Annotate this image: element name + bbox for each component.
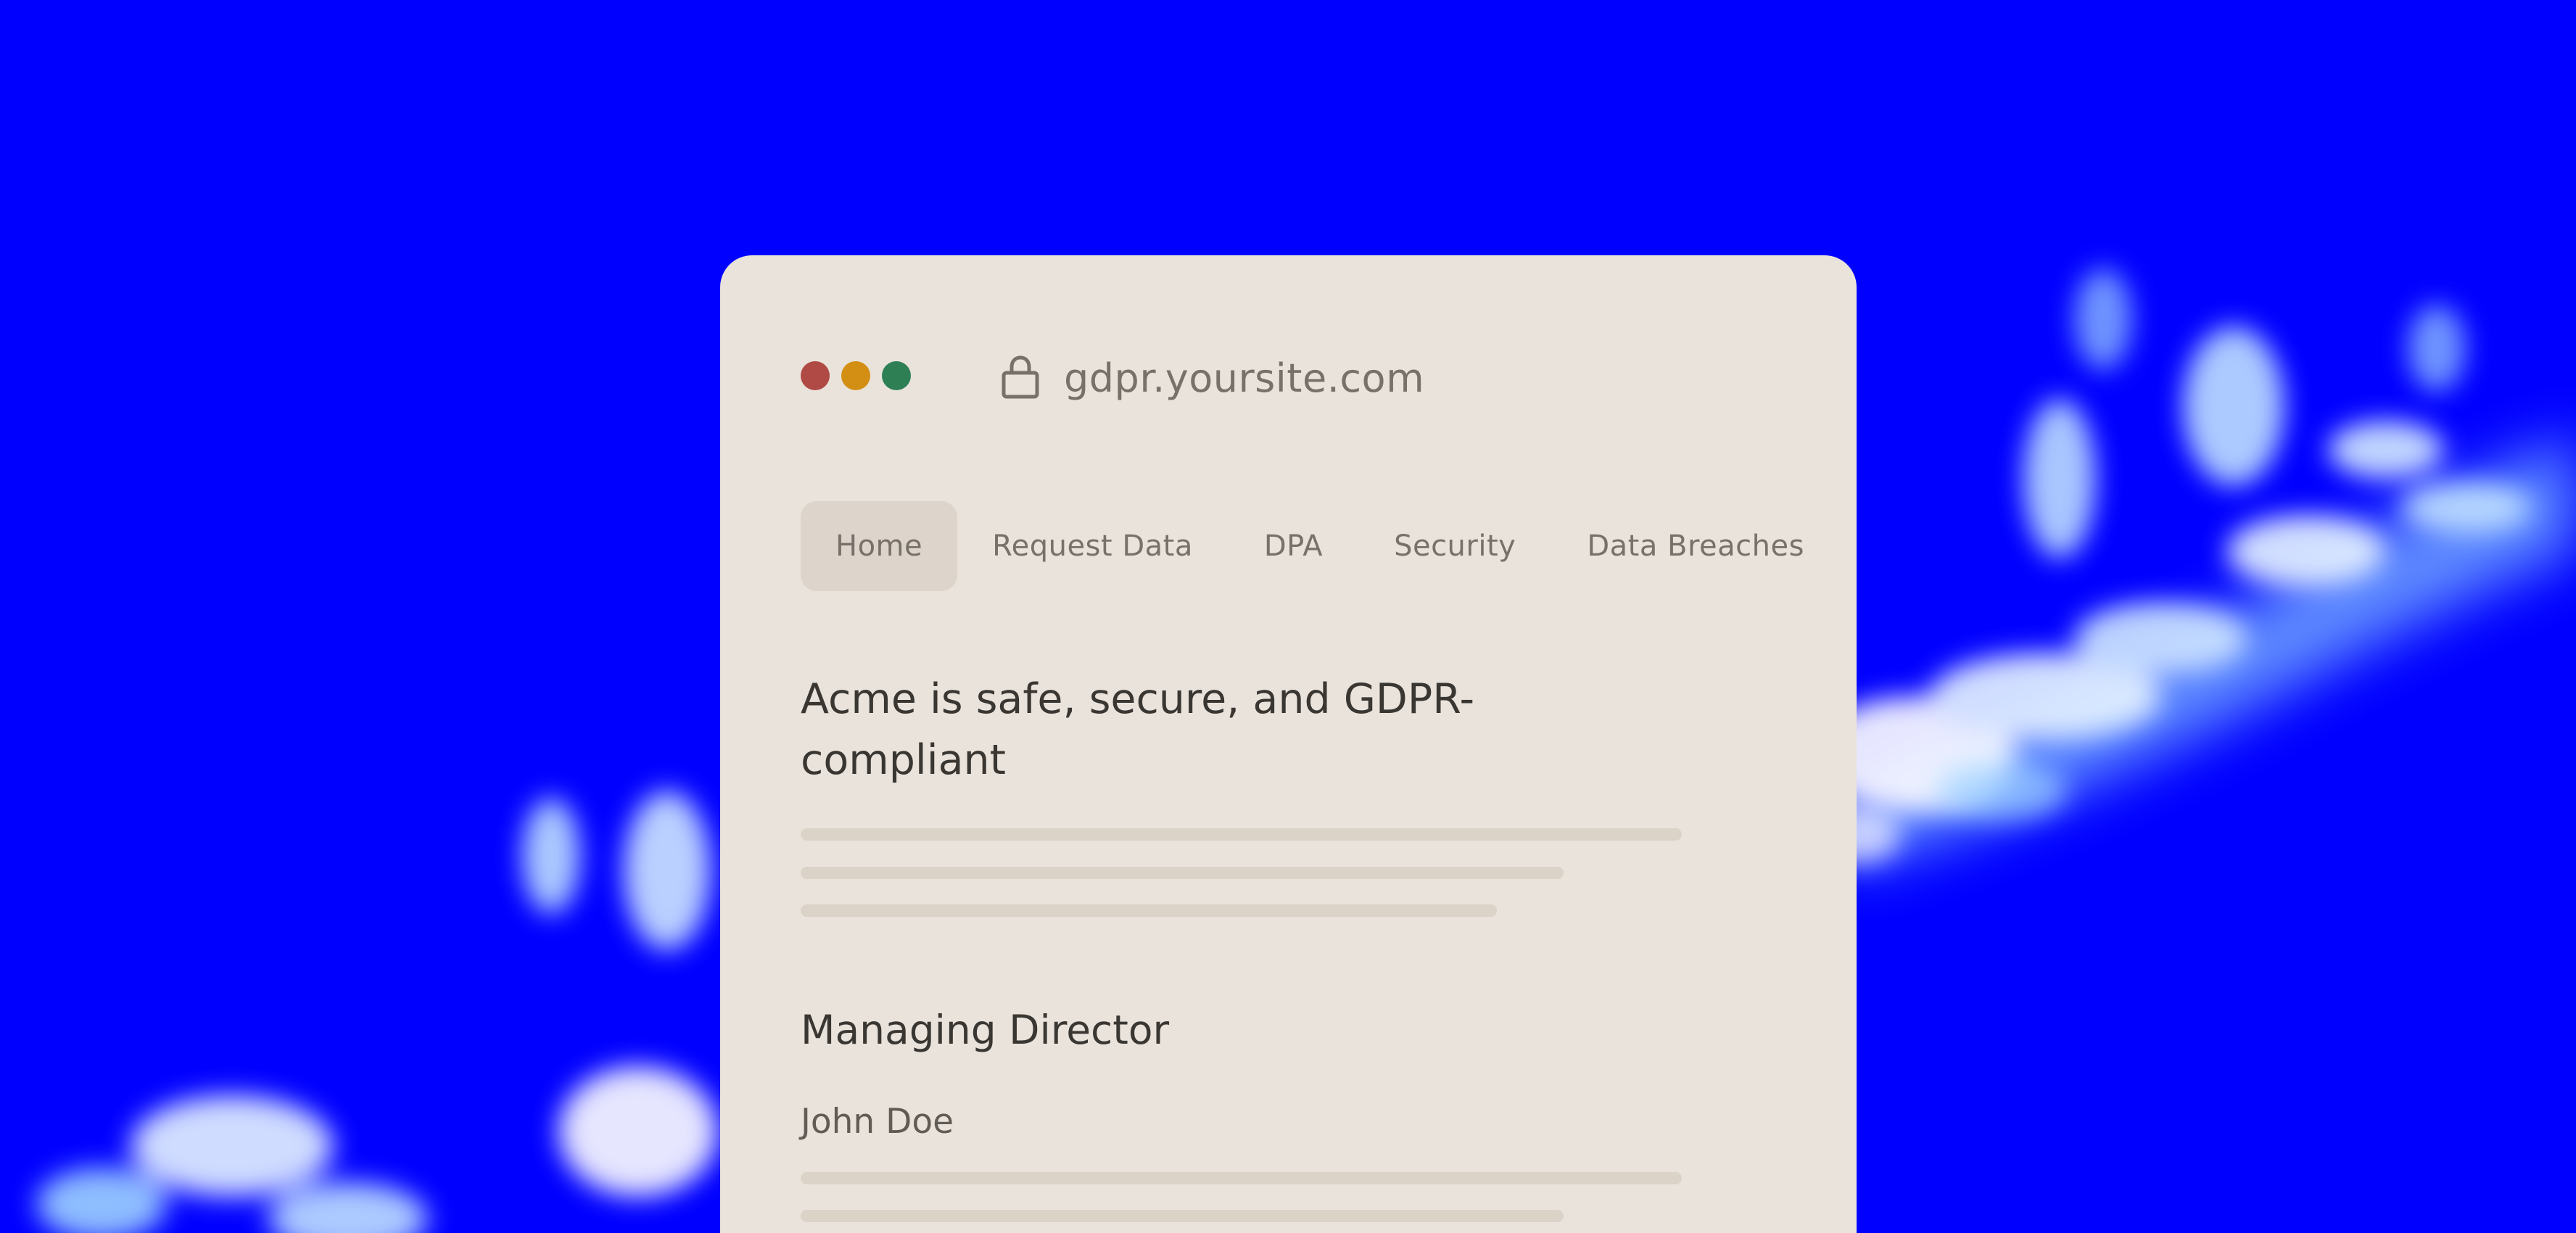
page-heading: Acme is safe, secure, and GDPR-compliant xyxy=(801,675,1475,784)
browser-window: gdpr.yoursite.com Home Request Data DPA … xyxy=(720,255,1857,1233)
minimize-window-button[interactable] xyxy=(841,361,870,390)
tab-request-data[interactable]: Request Data xyxy=(992,501,1193,591)
person-name: John Doe xyxy=(801,1102,954,1142)
window-titlebar: gdpr.yoursite.com xyxy=(720,255,1857,401)
text-placeholder-line xyxy=(801,828,1682,841)
text-placeholder-line xyxy=(801,867,1564,879)
section-title: Managing Director xyxy=(801,1007,1170,1053)
text-placeholder-line xyxy=(801,904,1497,917)
site-nav: Home Request Data DPA Security Data Brea… xyxy=(801,501,1804,591)
text-placeholder-line xyxy=(801,1210,1564,1222)
tab-dpa[interactable]: DPA xyxy=(1264,501,1323,591)
maximize-window-button[interactable] xyxy=(882,361,911,390)
tab-data-breaches[interactable]: Data Breaches xyxy=(1587,501,1804,591)
tab-home[interactable]: Home xyxy=(801,501,958,591)
tab-security[interactable]: Security xyxy=(1394,501,1516,591)
lock-icon xyxy=(1002,355,1039,399)
close-window-button[interactable] xyxy=(801,361,830,390)
text-placeholder-line xyxy=(801,1172,1682,1184)
address-bar-url[interactable]: gdpr.yoursite.com xyxy=(1064,350,1424,408)
